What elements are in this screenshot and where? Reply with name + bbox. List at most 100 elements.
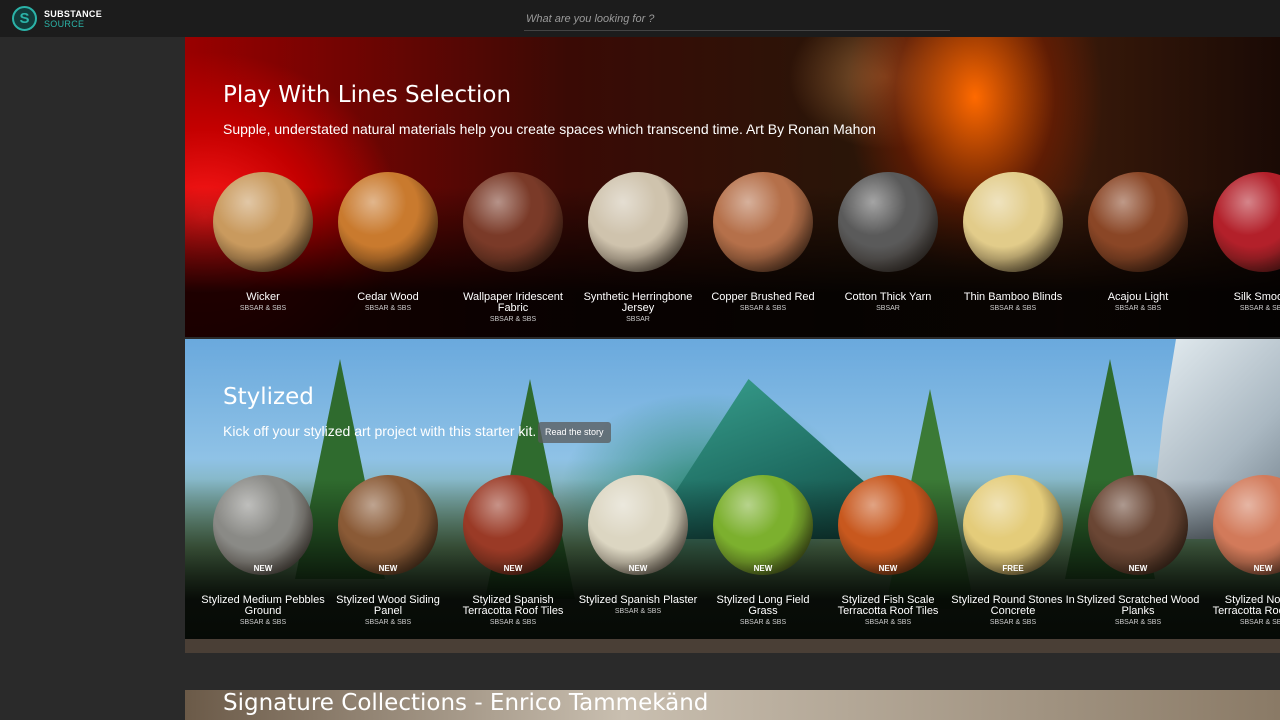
material-card[interactable]: Copper Brushed Red SBSAR & SBS xyxy=(701,172,825,314)
material-card[interactable]: Wicker SBSAR & SBS xyxy=(201,172,325,314)
section-subtitle: Kick off your stylized art project with … xyxy=(223,423,537,439)
material-card[interactable]: NEW Stylized Wood Siding Panel SBSAR & SBS xyxy=(326,475,450,628)
material-badge: NEW xyxy=(503,564,523,573)
material-name[interactable]: Stylized Long Field Grass xyxy=(701,595,825,617)
material-name[interactable]: Stylized Spanish Terracotta Roof Tiles xyxy=(451,595,575,617)
material-preview-sphere[interactable] xyxy=(588,475,688,575)
material-name[interactable]: Copper Brushed Red xyxy=(701,292,825,303)
material-format: SBSAR & SBS xyxy=(489,619,537,626)
material-name[interactable]: Thin Bamboo Blinds xyxy=(951,292,1075,303)
material-card[interactable]: NEW Stylized Norfolk Terracotta Roof Tile… xyxy=(1201,475,1280,628)
material-card[interactable]: Cotton Thick Yarn SBSAR xyxy=(826,172,950,314)
search-input[interactable] xyxy=(524,8,950,30)
material-format: SBSAR & SBS xyxy=(989,619,1037,626)
material-badge: NEW xyxy=(253,564,273,573)
read-the-story-button[interactable]: Read the story xyxy=(538,422,611,443)
material-preview-sphere[interactable] xyxy=(963,475,1063,575)
material-preview-sphere[interactable] xyxy=(713,475,813,575)
material-format: SBSAR & SBS xyxy=(739,619,787,626)
material-card[interactable]: NEW Stylized Long Field Grass SBSAR & SBS xyxy=(701,475,825,628)
material-card[interactable]: Thin Bamboo Blinds SBSAR & SBS xyxy=(951,172,1075,314)
material-preview-sphere[interactable] xyxy=(1088,475,1188,575)
section-title: Signature Collections - Enrico Tammekänd xyxy=(223,690,709,716)
section-divider xyxy=(185,639,1280,653)
material-preview-sphere[interactable] xyxy=(1088,172,1188,272)
section-title: Play With Lines Selection xyxy=(223,82,512,108)
material-badge: NEW xyxy=(1253,564,1273,573)
material-preview-sphere[interactable] xyxy=(838,475,938,575)
material-format: SBSAR & SBS xyxy=(1114,305,1162,312)
material-card[interactable]: Cedar Wood SBSAR & SBS xyxy=(326,172,450,314)
material-badge: FREE xyxy=(1002,564,1024,573)
material-format: SBSAR & SBS xyxy=(1114,619,1162,626)
material-badge: NEW xyxy=(628,564,648,573)
material-card[interactable]: NEW Stylized Fish Scale Terracotta Roof T… xyxy=(826,475,950,628)
material-card[interactable]: NEW Stylized Medium Pebbles Ground SBSAR &… xyxy=(201,475,325,628)
material-name[interactable]: Stylized Spanish Plaster xyxy=(576,595,700,606)
material-name[interactable]: Stylized Fish Scale Terracotta Roof Tile… xyxy=(826,595,950,617)
material-badge: NEW xyxy=(878,564,898,573)
material-badge: NEW xyxy=(378,564,398,573)
top-bar: S SUBSTANCE SOURCE xyxy=(0,0,1280,37)
sidebar xyxy=(0,37,185,720)
material-name[interactable]: Stylized Medium Pebbles Ground xyxy=(201,595,325,617)
material-format: SBSAR & SBS xyxy=(364,305,412,312)
material-name[interactable]: Stylized Round Stones In Concrete xyxy=(951,595,1075,617)
material-format: SBSAR & SBS xyxy=(864,619,912,626)
material-name[interactable]: Wallpaper Iridescent Fabric xyxy=(451,292,575,314)
material-name[interactable]: Wicker xyxy=(201,292,325,303)
material-preview-sphere[interactable] xyxy=(213,172,313,272)
logo-line2: SOURCE xyxy=(44,18,85,29)
material-preview-sphere[interactable] xyxy=(338,172,438,272)
material-card[interactable]: Synthetic Herringbone Jersey SBSAR xyxy=(576,172,700,325)
collection-play-with-lines: Play With Lines Selection Supple, unders… xyxy=(185,37,1280,337)
material-format: SBSAR & SBS xyxy=(1239,619,1280,626)
material-card[interactable]: NEW Stylized Spanish Terracotta Roof Tile… xyxy=(451,475,575,628)
material-card[interactable]: Acajou Light SBSAR & SBS xyxy=(1076,172,1200,314)
substance-logo-icon: S xyxy=(12,6,37,31)
material-name[interactable]: Synthetic Herringbone Jersey xyxy=(576,292,700,314)
material-card[interactable]: NEW Stylized Scratched Wood Planks SBSAR &… xyxy=(1076,475,1200,628)
material-format: SBSAR & SBS xyxy=(614,608,662,615)
material-preview-sphere[interactable] xyxy=(1213,475,1280,575)
material-name[interactable]: Acajou Light xyxy=(1076,292,1200,303)
material-preview-sphere[interactable] xyxy=(588,172,688,272)
material-badge: NEW xyxy=(1128,564,1148,573)
logo-text: SUBSTANCE SOURCE xyxy=(44,9,102,29)
search-bar xyxy=(524,8,950,31)
material-format: SBSAR & SBS xyxy=(1239,305,1280,312)
material-preview-sphere[interactable] xyxy=(463,172,563,272)
material-name[interactable]: Silk Smooth xyxy=(1201,292,1280,303)
material-card[interactable]: Wallpaper Iridescent Fabric SBSAR & SBS xyxy=(451,172,575,325)
material-format: SBSAR xyxy=(876,305,900,312)
section-subtitle: Supple, understated natural materials he… xyxy=(223,121,876,137)
collection-signature: Signature Collections - Enrico Tammekänd xyxy=(185,690,1280,720)
material-preview-sphere[interactable] xyxy=(463,475,563,575)
material-card[interactable]: NEW Stylized Spanish Plaster SBSAR & SBS xyxy=(576,475,700,617)
material-format: SBSAR & SBS xyxy=(239,619,287,626)
logo-line1: SUBSTANCE xyxy=(44,8,103,19)
material-preview-sphere[interactable] xyxy=(213,475,313,575)
material-card[interactable]: Silk Smooth SBSAR & SBS xyxy=(1201,172,1280,314)
material-preview-sphere[interactable] xyxy=(838,172,938,272)
substance-source-logo[interactable]: S SUBSTANCE SOURCE xyxy=(12,6,102,31)
material-format: SBSAR & SBS xyxy=(739,305,787,312)
material-name[interactable]: Cedar Wood xyxy=(326,292,450,303)
material-preview-sphere[interactable] xyxy=(1213,172,1280,272)
material-name[interactable]: Stylized Scratched Wood Planks xyxy=(1076,595,1200,617)
material-preview-sphere[interactable] xyxy=(713,172,813,272)
material-name[interactable]: Stylized Norfolk Terracotta Roof Tiles xyxy=(1201,595,1280,617)
material-format: SBSAR & SBS xyxy=(239,305,287,312)
material-format: SBSAR xyxy=(626,316,650,323)
material-preview-sphere[interactable] xyxy=(963,172,1063,272)
section-title: Stylized xyxy=(223,384,314,410)
material-badge: NEW xyxy=(753,564,773,573)
collection-stylized: Stylized Kick off your stylized art proj… xyxy=(185,339,1280,639)
material-card[interactable]: FREE Stylized Round Stones In Concrete SBS… xyxy=(951,475,1075,628)
material-preview-sphere[interactable] xyxy=(338,475,438,575)
material-format: SBSAR & SBS xyxy=(364,619,412,626)
material-format: SBSAR & SBS xyxy=(489,316,537,323)
material-name[interactable]: Stylized Wood Siding Panel xyxy=(326,595,450,617)
material-format: SBSAR & SBS xyxy=(989,305,1037,312)
material-name[interactable]: Cotton Thick Yarn xyxy=(826,292,950,303)
